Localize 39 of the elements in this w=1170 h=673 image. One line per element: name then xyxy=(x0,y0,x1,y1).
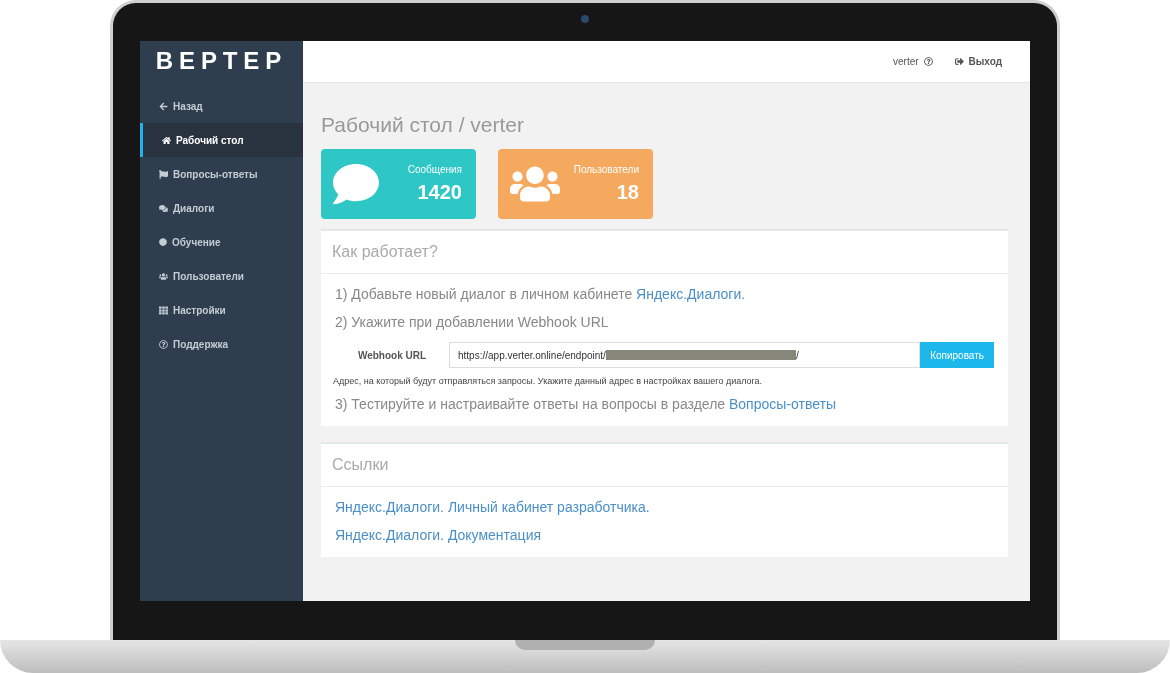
camera-icon xyxy=(581,15,589,23)
stat-label: Пользователи xyxy=(573,164,639,175)
sidebar-item[interactable]: Обучение xyxy=(140,225,303,259)
flag-icon xyxy=(159,169,168,179)
sidebar-item[interactable]: Диалоги xyxy=(140,191,303,225)
step-text: 2) Укажите при добавлении Webhook URL xyxy=(335,314,610,330)
sidebar-item[interactable]: Назад xyxy=(140,89,303,123)
link[interactable]: Яндекс.Диалоги. xyxy=(636,286,746,302)
link[interactable]: Яндекс.Диалоги. Документация xyxy=(335,527,994,543)
logout-link[interactable]: Выход xyxy=(954,56,1002,67)
link[interactable]: Вопросы-ответы xyxy=(729,396,836,412)
step-text: 1) Добавьте новый диалог в личном кабинете Яндекс.Диалоги. xyxy=(335,286,747,302)
logo: ВЕРТЕР xyxy=(154,46,289,76)
username[interactable]: verter xyxy=(893,56,919,67)
hint-text: Адрес, на который будут отправляться запросы. Укажите данный адрес в настройках вашего диалога. xyxy=(333,376,764,386)
panel-title: Ссылки xyxy=(321,444,1008,487)
page-title: Рабочий стол / verter xyxy=(321,113,525,137)
home-icon xyxy=(162,135,171,145)
sidebar-item[interactable]: Вопросы-ответы xyxy=(140,157,303,191)
link[interactable]: Яндекс.Диалоги. Личный кабинет разработчика. xyxy=(335,499,994,515)
input-field[interactable]: https://app.verter.online/endpoint/ / xyxy=(449,342,921,368)
step-text: 3) Тестируйте и настраивайте ответы на вопросы в разделе Вопросы-ответы xyxy=(335,396,837,412)
sidebar-item[interactable]: Настройки xyxy=(140,293,303,327)
help-icon xyxy=(159,339,168,349)
stat-label: Сообщения xyxy=(407,164,462,175)
sidebar-item[interactable]: Пользователи xyxy=(140,259,303,293)
speech-bubble-icon xyxy=(333,161,379,207)
panel-title: Как работает? xyxy=(321,231,1008,274)
logout-icon xyxy=(954,57,964,66)
users-icon xyxy=(159,271,168,281)
help-icon[interactable] xyxy=(923,57,933,66)
stat-value: 18 xyxy=(616,181,639,204)
field-label: Webhook URL xyxy=(356,349,428,361)
arrow-left-icon xyxy=(159,101,168,111)
sidebar-item[interactable]: Рабочий стол xyxy=(140,123,303,157)
grid-icon xyxy=(159,305,168,315)
chat-icon xyxy=(159,203,168,213)
sidebar-item[interactable]: Поддержка xyxy=(140,327,303,361)
stat-value: 1420 xyxy=(417,181,462,204)
